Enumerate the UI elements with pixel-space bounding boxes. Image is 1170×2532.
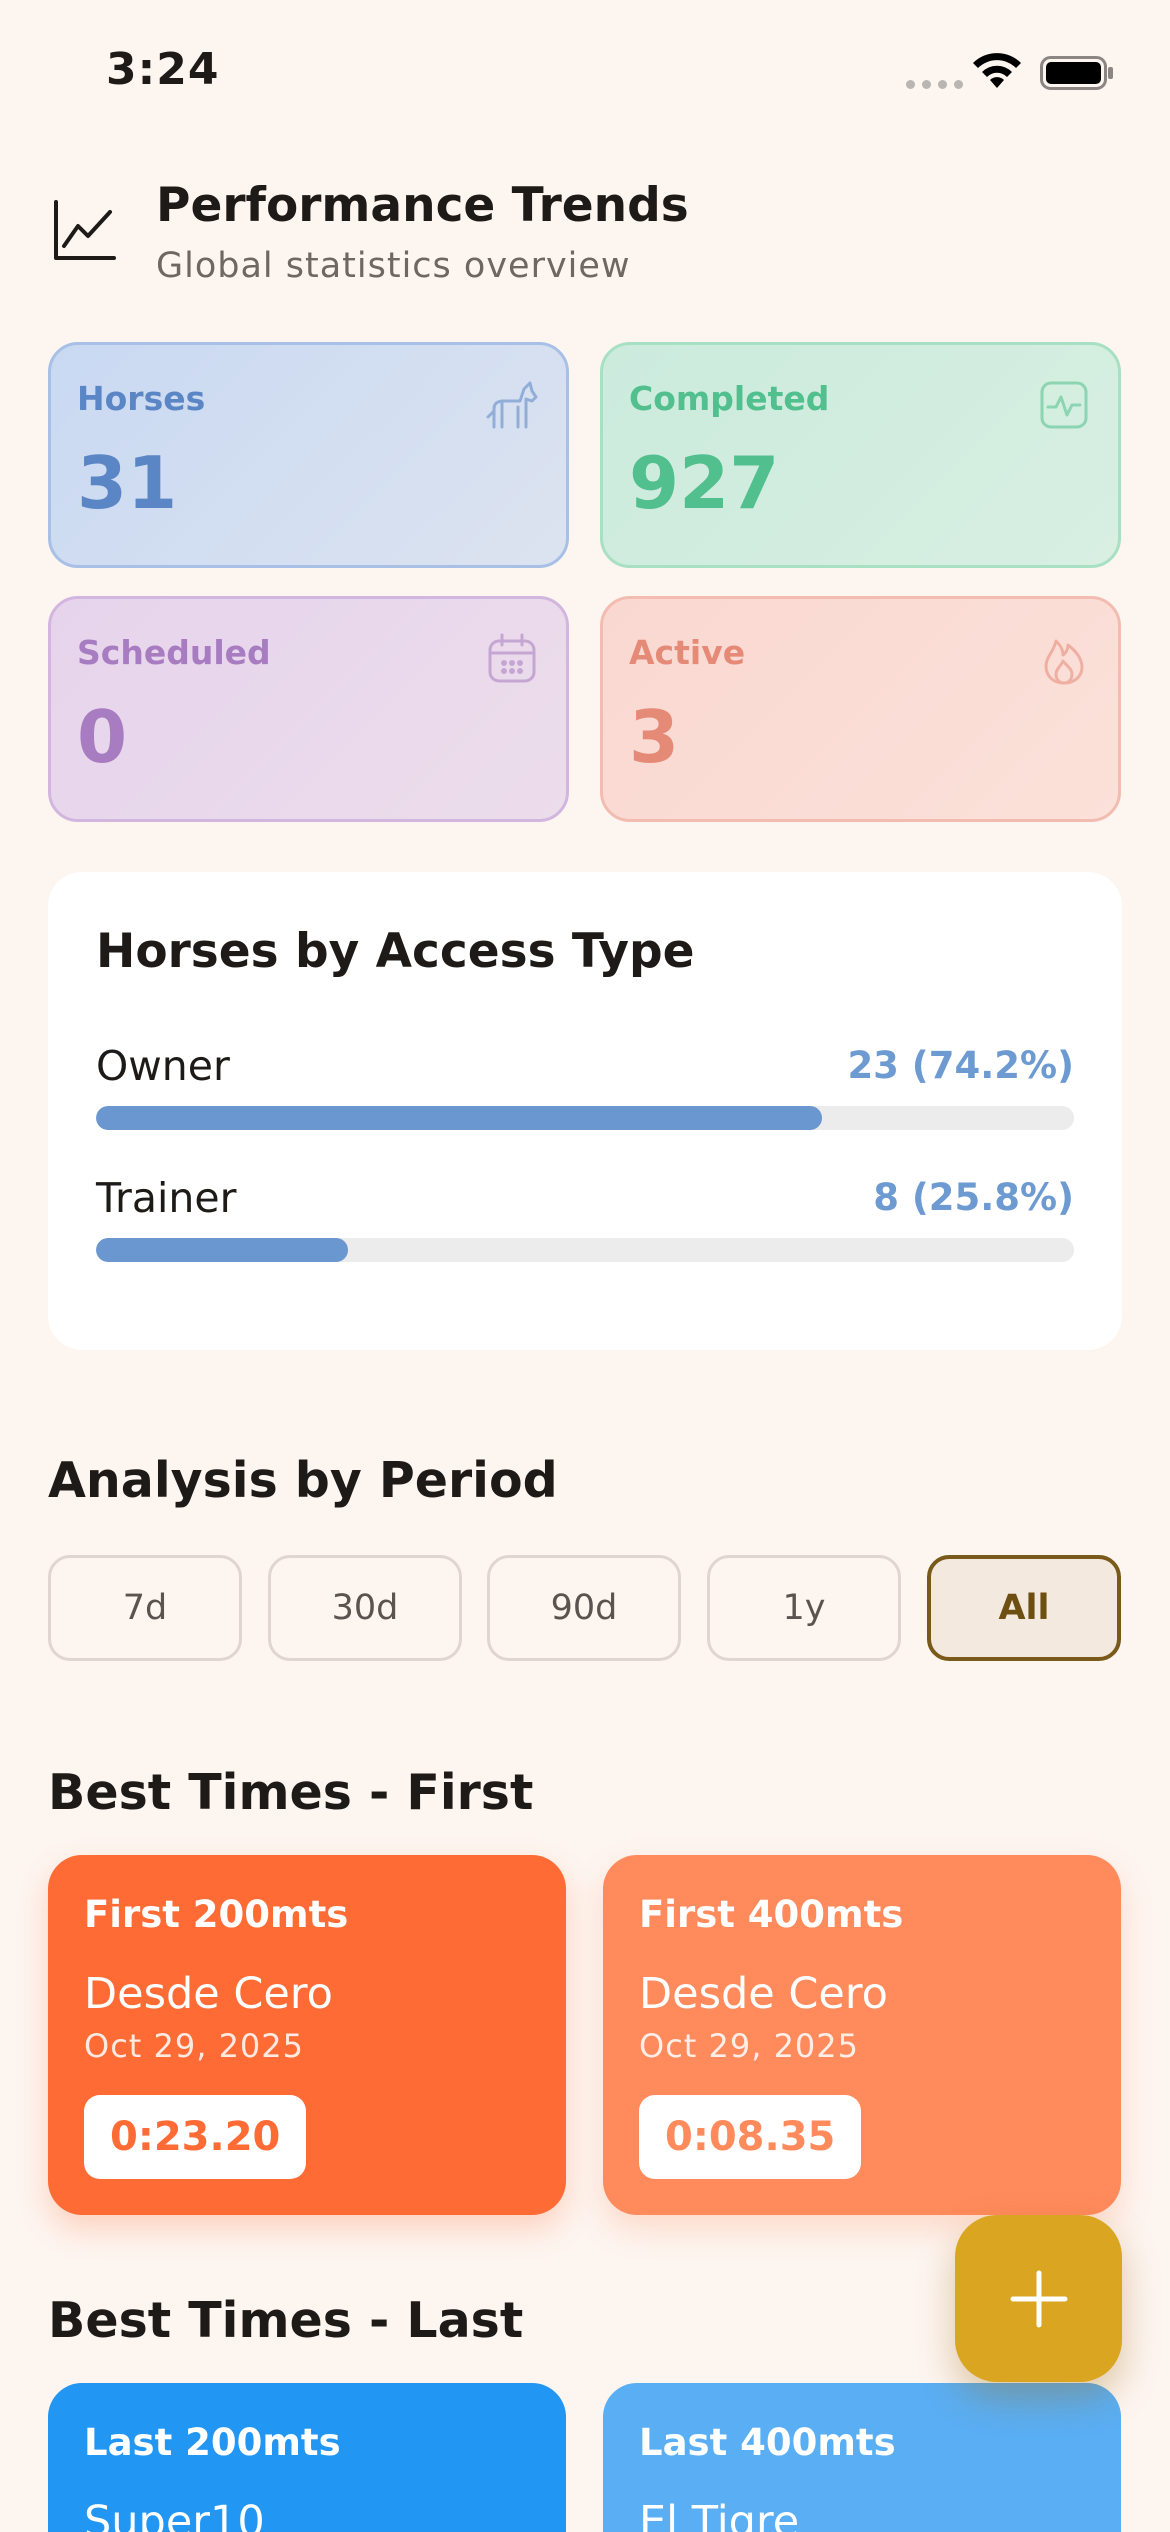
- period-section-title: Analysis by Period: [48, 1452, 558, 1509]
- stat-label: Scheduled: [77, 633, 271, 672]
- status-bar: 3:24: [0, 0, 1170, 150]
- period-button-7d[interactable]: 7d: [48, 1555, 242, 1661]
- best-first-title: Best Times - First: [48, 1764, 534, 1821]
- horse-icon: [486, 381, 538, 429]
- status-time: 3:24: [106, 44, 220, 95]
- time-card-horse: Super10: [84, 2497, 265, 2532]
- stat-label: Horses: [77, 379, 206, 418]
- progress-fill: [96, 1238, 349, 1262]
- progress-track: [96, 1238, 1074, 1262]
- time-card-date: Oct 29, 2025: [84, 2027, 304, 2065]
- battery-icon: [1040, 56, 1113, 90]
- period-button-30d[interactable]: 30d: [268, 1555, 462, 1661]
- progress-fill: [96, 1106, 822, 1130]
- page-title: Performance Trends: [156, 178, 689, 233]
- period-button-1y[interactable]: 1y: [707, 1555, 901, 1661]
- access-type-card: Horses by Access Type Owner 23 (74.2%) T…: [48, 872, 1122, 1350]
- plus-icon: [1010, 2270, 1067, 2327]
- best-time-card-last-400[interactable]: Last 400mts El Tigre: [603, 2383, 1121, 2532]
- stat-label: Completed: [629, 379, 830, 418]
- time-card-horse: Desde Cero: [84, 1969, 333, 2019]
- time-card-label: Last 200mts: [84, 2421, 341, 2464]
- access-type-title: Horses by Access Type: [96, 924, 695, 979]
- time-card-label: First 400mts: [639, 1893, 904, 1936]
- activity-icon: [1040, 381, 1088, 429]
- trend-chart-icon: [54, 200, 116, 260]
- best-last-title: Best Times - Last: [48, 2292, 524, 2349]
- period-button-90d[interactable]: 90d: [487, 1555, 681, 1661]
- best-time-card-first-400[interactable]: First 400mts Desde Cero Oct 29, 2025 0:0…: [603, 1855, 1121, 2215]
- time-card-label: Last 400mts: [639, 2421, 896, 2464]
- cellular-signal-icon: [906, 80, 963, 89]
- time-card-time: 0:23.20: [84, 2095, 307, 2179]
- stat-card-scheduled[interactable]: Scheduled 0: [48, 596, 569, 822]
- add-button[interactable]: [955, 2215, 1122, 2382]
- time-card-time: 0:08.35: [639, 2095, 862, 2179]
- stat-card-horses[interactable]: Horses 31: [48, 342, 569, 568]
- stat-value: 927: [629, 441, 780, 525]
- time-card-horse: Desde Cero: [639, 1969, 888, 2019]
- stat-value: 3: [629, 695, 680, 779]
- period-button-all[interactable]: All: [927, 1555, 1121, 1661]
- calendar-icon: [488, 633, 536, 683]
- access-row-label: Owner: [96, 1042, 230, 1090]
- access-row-label: Trainer: [96, 1174, 237, 1222]
- stat-card-completed[interactable]: Completed 927: [600, 342, 1121, 568]
- stat-card-active[interactable]: Active 3: [600, 596, 1121, 822]
- best-time-card-first-200[interactable]: First 200mts Desde Cero Oct 29, 2025 0:2…: [48, 1855, 566, 2215]
- wifi-icon: [973, 53, 1021, 88]
- flame-icon: [1044, 639, 1084, 685]
- access-row-value: 8 (25.8%): [873, 1176, 1074, 1219]
- time-card-horse: El Tigre: [639, 2497, 800, 2532]
- time-card-date: Oct 29, 2025: [639, 2027, 859, 2065]
- time-card-label: First 200mts: [84, 1893, 349, 1936]
- best-time-card-last-200[interactable]: Last 200mts Super10: [48, 2383, 566, 2532]
- page-subtitle: Global statistics overview: [156, 246, 631, 286]
- access-row-value: 23 (74.2%): [847, 1044, 1074, 1087]
- stat-value: 31: [77, 441, 178, 525]
- stat-value: 0: [77, 695, 128, 779]
- stat-label: Active: [629, 633, 746, 672]
- progress-track: [96, 1106, 1074, 1130]
